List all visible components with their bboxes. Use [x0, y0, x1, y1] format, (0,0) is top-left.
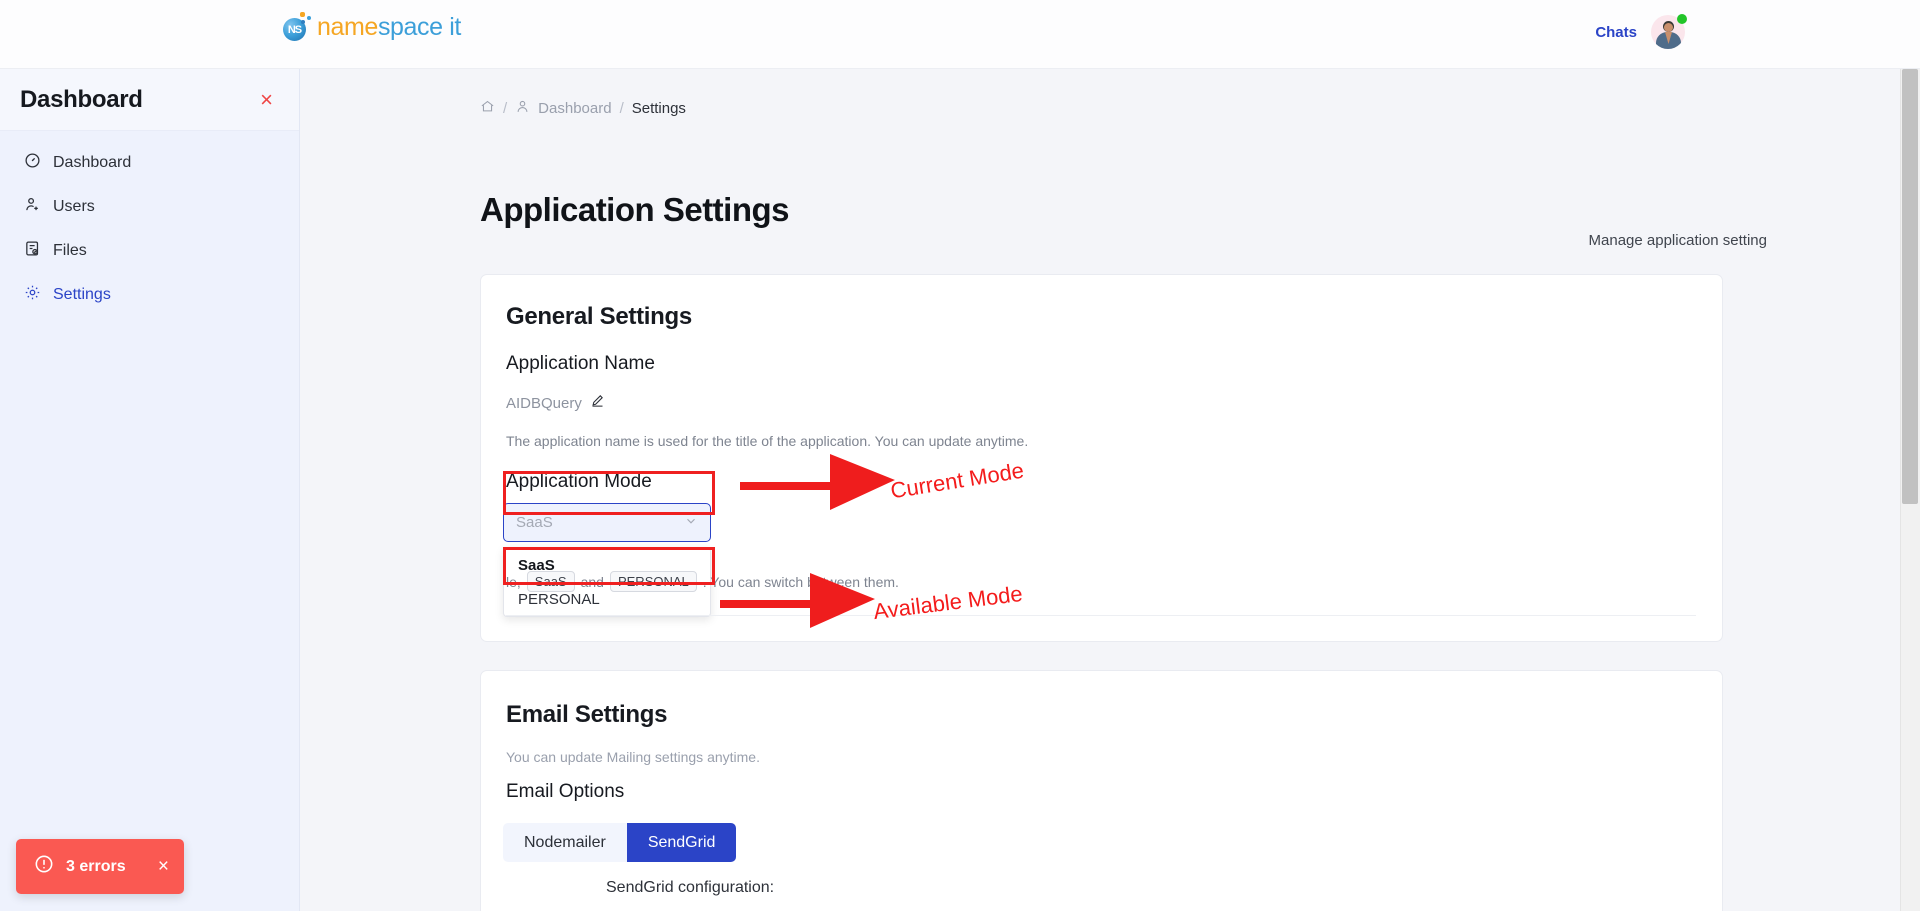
error-toast-text: 3 errors	[66, 857, 126, 875]
email-option-nodemailer[interactable]: Nodemailer	[503, 823, 627, 862]
main-content: / Dashboard / Settings Application Setti…	[300, 69, 1920, 911]
close-icon[interactable]: ×	[158, 856, 169, 878]
avatar[interactable]	[1651, 14, 1687, 49]
logo-word-name: name	[317, 12, 378, 41]
person-icon	[515, 99, 530, 118]
brand-wordmark: namespace it	[317, 13, 461, 42]
application-name-value: AIDBQuery	[506, 394, 582, 412]
breadcrumb: / Dashboard / Settings	[480, 99, 686, 118]
breadcrumb-dashboard[interactable]: Dashboard	[538, 100, 611, 117]
globe-ns-icon: NS	[283, 12, 313, 42]
gauge-icon	[24, 152, 41, 174]
chats-link[interactable]: Chats	[1595, 24, 1637, 41]
application-name-row: AIDBQuery	[506, 393, 605, 413]
pencil-icon[interactable]	[590, 393, 605, 413]
sidebar-item-label: Users	[53, 198, 95, 215]
sidebar-nav: Dashboard Users Files Settings	[0, 131, 299, 317]
application-name-label: Application Name	[506, 353, 655, 374]
logo-word-space: space it	[377, 12, 461, 41]
general-settings-card: General Settings Application Name AIDBQu…	[480, 274, 1723, 642]
page-subtitle: Manage application setting	[1588, 232, 1767, 249]
email-settings-title: Email Settings	[506, 701, 668, 728]
email-options-label: Email Options	[506, 781, 625, 802]
sidebar-item-label: Dashboard	[53, 154, 132, 171]
mode-chip-personal: PERSONAL	[609, 571, 697, 592]
breadcrumb-current: Settings	[631, 100, 686, 117]
close-icon[interactable]: ×	[260, 88, 273, 111]
general-settings-title: General Settings	[506, 303, 692, 330]
scrollbar-thumb[interactable]	[1902, 69, 1918, 504]
sidebar-item-label: Files	[53, 242, 87, 259]
mode-desc-and: and	[580, 573, 604, 590]
breadcrumb-separator: /	[503, 100, 508, 117]
error-toast[interactable]: 3 errors ×	[16, 839, 184, 894]
application-mode-select-wrap: SaaS SaaS PERSONAL	[503, 503, 711, 617]
users-add-icon	[24, 196, 41, 218]
chevron-down-icon	[684, 514, 698, 531]
alert-circle-icon	[34, 854, 54, 879]
app-root: NS namespace it Chats Dashboard × Dashbo…	[0, 0, 1920, 911]
application-mode-label: Application Mode	[506, 471, 652, 492]
brand-logo[interactable]: NS namespace it	[283, 12, 461, 42]
top-bar: NS namespace it Chats	[0, 0, 1920, 69]
gear-icon	[24, 284, 41, 306]
sidebar-header: Dashboard ×	[0, 69, 299, 131]
email-settings-description: You can update Mailing settings anytime.	[506, 749, 760, 765]
email-option-sendgrid[interactable]: SendGrid	[626, 823, 737, 862]
sidebar-item-settings[interactable]: Settings	[0, 273, 299, 317]
file-check-icon	[24, 240, 41, 262]
breadcrumb-separator: /	[619, 100, 624, 117]
mode-chip-saas: SaaS	[526, 571, 575, 592]
application-mode-selected-value: SaaS	[516, 514, 553, 531]
email-settings-card: Email Settings You can update Mailing se…	[480, 670, 1723, 911]
application-mode-select[interactable]: SaaS	[503, 503, 711, 542]
page-title: Application Settings	[480, 191, 790, 228]
mode-desc-prefix: le,	[506, 573, 521, 590]
application-mode-description: le, SaaS and PERSONAL . You can switch b…	[506, 571, 899, 592]
home-icon[interactable]	[480, 99, 495, 118]
mode-desc-suffix: . You can switch between them.	[702, 573, 899, 590]
online-status-dot	[1677, 14, 1687, 24]
sidebar-item-files[interactable]: Files	[0, 229, 299, 273]
sidebar-item-label: Settings	[53, 286, 111, 303]
sendgrid-configuration-label: SendGrid configuration:	[606, 879, 775, 896]
sidebar: Dashboard × Dashboard Users Files Settin…	[0, 69, 300, 911]
sidebar-item-users[interactable]: Users	[0, 185, 299, 229]
sidebar-item-dashboard[interactable]: Dashboard	[0, 141, 299, 185]
sidebar-title: Dashboard	[20, 85, 143, 113]
email-options-toggle: Nodemailer SendGrid	[503, 823, 737, 862]
card-divider	[506, 615, 1696, 616]
vertical-scrollbar[interactable]	[1900, 69, 1920, 911]
application-name-description: The application name is used for the tit…	[506, 433, 1029, 449]
